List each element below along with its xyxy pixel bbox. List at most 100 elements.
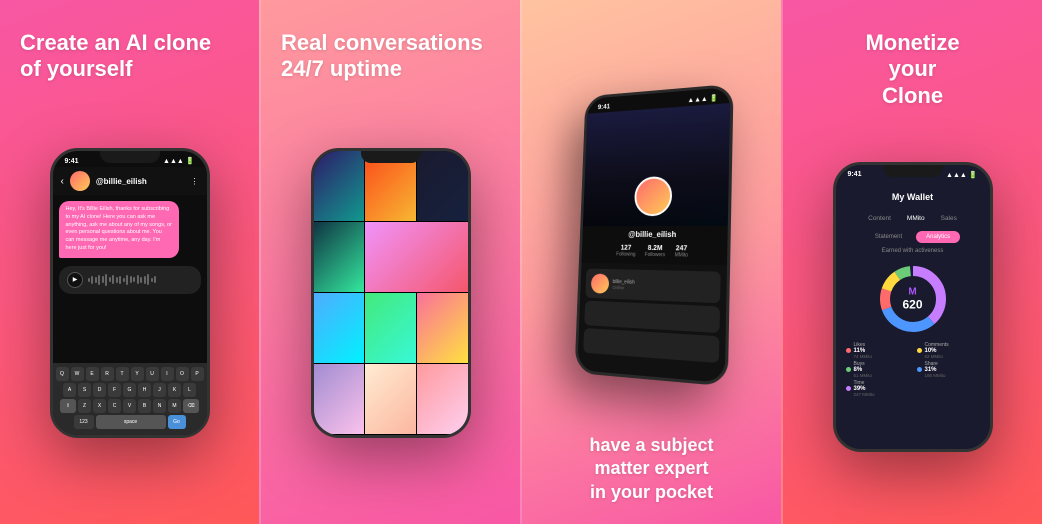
- legend-dot-comments: [917, 348, 922, 353]
- panel-create-clone: Create an AI clone of yourself 9:41 ▲▲▲ …: [0, 0, 259, 524]
- key-y[interactable]: Y: [131, 367, 144, 381]
- legend-likes: Likes 11% 74 MMito: [846, 342, 909, 359]
- panel-real-conversations: Real conversations 24/7 uptime: [259, 0, 520, 524]
- donut-total: 620: [902, 297, 922, 311]
- legend-comments: Comments 10% 62 MMito: [917, 342, 980, 359]
- photo-cell-3: [417, 151, 468, 221]
- phone-1-mockup: 9:41 ▲▲▲ 🔋 ‹ @billie_eilish ⋮ Hey, It's …: [50, 148, 210, 438]
- phone-3-stats: 127 Following 8.2M Followers 247 MMito: [581, 242, 727, 261]
- phone-3-wrapper: 9:41 ▲▲▲ 🔋 @billie_eilish 127: [557, 97, 753, 372]
- key-j[interactable]: J: [153, 383, 166, 397]
- legend-time: Time 39% 247 MMito: [846, 380, 909, 397]
- legend-text-time: Time 39% 247 MMito: [854, 380, 875, 397]
- back-arrow-icon: ‹: [61, 176, 64, 187]
- key-z[interactable]: Z: [78, 399, 91, 413]
- key-q[interactable]: Q: [56, 367, 69, 381]
- panel-3-subtext: have a subject matter expert in your poc…: [589, 434, 713, 504]
- key-w[interactable]: W: [71, 367, 84, 381]
- phone-2-mockup: [311, 148, 471, 438]
- wallet-tabs: Content MMito Sales: [836, 209, 990, 228]
- phone-3-profile-area: [582, 103, 729, 226]
- key-d[interactable]: D: [93, 383, 106, 397]
- photo-cell-10: [365, 364, 416, 434]
- key-backspace[interactable]: ⌫: [183, 399, 199, 413]
- key-f[interactable]: F: [108, 383, 121, 397]
- key-t[interactable]: T: [116, 367, 129, 381]
- donut-center: M 620: [902, 286, 922, 311]
- key-s[interactable]: S: [78, 383, 91, 397]
- legend-share: Share 31% 186 MMito: [917, 361, 980, 378]
- chat-bubble: Hey, It's Billie Eilish, thanks for subs…: [59, 201, 180, 257]
- key-o[interactable]: O: [176, 367, 189, 381]
- phone-1-notch: [100, 151, 160, 163]
- photo-cell-4: [314, 222, 365, 292]
- keyboard-row-3: ⇧ Z X C V B N M ⌫: [56, 399, 204, 413]
- photo-cell-8: [417, 293, 468, 363]
- key-p[interactable]: P: [191, 367, 204, 381]
- keyboard-row-4: 123 space Go: [56, 415, 204, 429]
- photo-grid: [314, 151, 468, 435]
- key-c[interactable]: C: [108, 399, 121, 413]
- key-v[interactable]: V: [123, 399, 136, 413]
- phone-4-notch: [883, 165, 943, 177]
- donut-chart-area: M 620: [836, 256, 990, 342]
- play-icon: ▶: [73, 276, 78, 283]
- phone-1-header: ‹ @billie_eilish ⋮: [53, 167, 207, 195]
- key-e[interactable]: E: [86, 367, 99, 381]
- key-i[interactable]: I: [161, 367, 174, 381]
- phone-1-content: 9:41 ▲▲▲ 🔋 ‹ @billie_eilish ⋮ Hey, It's …: [53, 151, 207, 435]
- stat-mmito: 247 MMito: [674, 245, 688, 258]
- legend-grid: Likes 11% 74 MMito Comments 10% 62 MMito: [836, 342, 990, 405]
- chat-area: Hey, It's Billie Eilish, thanks for subs…: [53, 195, 207, 363]
- key-l[interactable]: L: [183, 383, 196, 397]
- key-123[interactable]: 123: [74, 415, 94, 429]
- phone-3-content: 9:41 ▲▲▲ 🔋 @billie_eilish 127: [577, 87, 730, 383]
- photo-cell-9: [314, 364, 365, 434]
- key-g[interactable]: G: [123, 383, 136, 397]
- stat-followers: 8.2M Followers: [644, 245, 665, 258]
- audio-player: ▶: [59, 266, 201, 294]
- key-k[interactable]: K: [168, 383, 181, 397]
- key-a[interactable]: A: [63, 383, 76, 397]
- legend-buys: Buys 8% 51 MMito: [846, 361, 909, 378]
- key-r[interactable]: R: [101, 367, 114, 381]
- legend-dot-share: [917, 367, 922, 372]
- keyboard-row-2: A S D F G H J K L: [56, 383, 204, 397]
- wallet-subtab-analytics[interactable]: Analytics: [916, 231, 960, 243]
- user-avatar: [70, 171, 90, 191]
- key-u[interactable]: U: [146, 367, 159, 381]
- legend-text-share: Share 31% 186 MMito: [925, 361, 946, 378]
- mmito-icon: M: [902, 286, 922, 297]
- panel-subject-expert: 9:41 ▲▲▲ 🔋 @billie_eilish 127: [520, 0, 781, 524]
- key-go[interactable]: Go: [168, 415, 186, 429]
- key-shift[interactable]: ⇧: [60, 399, 76, 413]
- legend-text-likes: Likes 11% 74 MMito: [854, 342, 873, 359]
- donut-chart: M 620: [878, 264, 948, 334]
- phone-2-notch: [361, 151, 421, 163]
- phone-4-content: 9:41 ▲▲▲ 🔋 My Wallet Content MMito Sales…: [836, 165, 990, 449]
- earned-label: Earned with activeness: [836, 246, 990, 256]
- play-button[interactable]: ▶: [67, 272, 83, 288]
- key-x[interactable]: X: [93, 399, 106, 413]
- key-h[interactable]: H: [138, 383, 151, 397]
- photo-cell-1: [314, 151, 365, 221]
- key-n[interactable]: N: [153, 399, 166, 413]
- wallet-tab-sales[interactable]: Sales: [937, 213, 961, 224]
- wallet-tab-content[interactable]: Content: [864, 213, 895, 224]
- legend-dot-time: [846, 386, 851, 391]
- wallet-tab-mmito[interactable]: MMito: [903, 213, 929, 224]
- key-b[interactable]: B: [138, 399, 151, 413]
- keyboard-row-1: Q W E R T Y U I O P: [56, 367, 204, 381]
- wallet-subtab-statement[interactable]: Statement: [865, 231, 912, 243]
- phone-3-mockup: 9:41 ▲▲▲ 🔋 @billie_eilish 127: [574, 84, 733, 387]
- panel-1-headline: Create an AI clone of yourself: [20, 30, 211, 83]
- legend-dot-buys: [846, 367, 851, 372]
- key-space[interactable]: space: [96, 415, 166, 429]
- legend-text-buys: Buys 8% 51 MMito: [854, 361, 873, 378]
- key-m[interactable]: M: [168, 399, 181, 413]
- photo-cell-6: [314, 293, 365, 363]
- waveform: [88, 272, 193, 288]
- phone-4-mockup: 9:41 ▲▲▲ 🔋 My Wallet Content MMito Sales…: [833, 162, 993, 452]
- wallet-title: My Wallet: [892, 192, 933, 202]
- wallet-header: My Wallet: [836, 181, 990, 209]
